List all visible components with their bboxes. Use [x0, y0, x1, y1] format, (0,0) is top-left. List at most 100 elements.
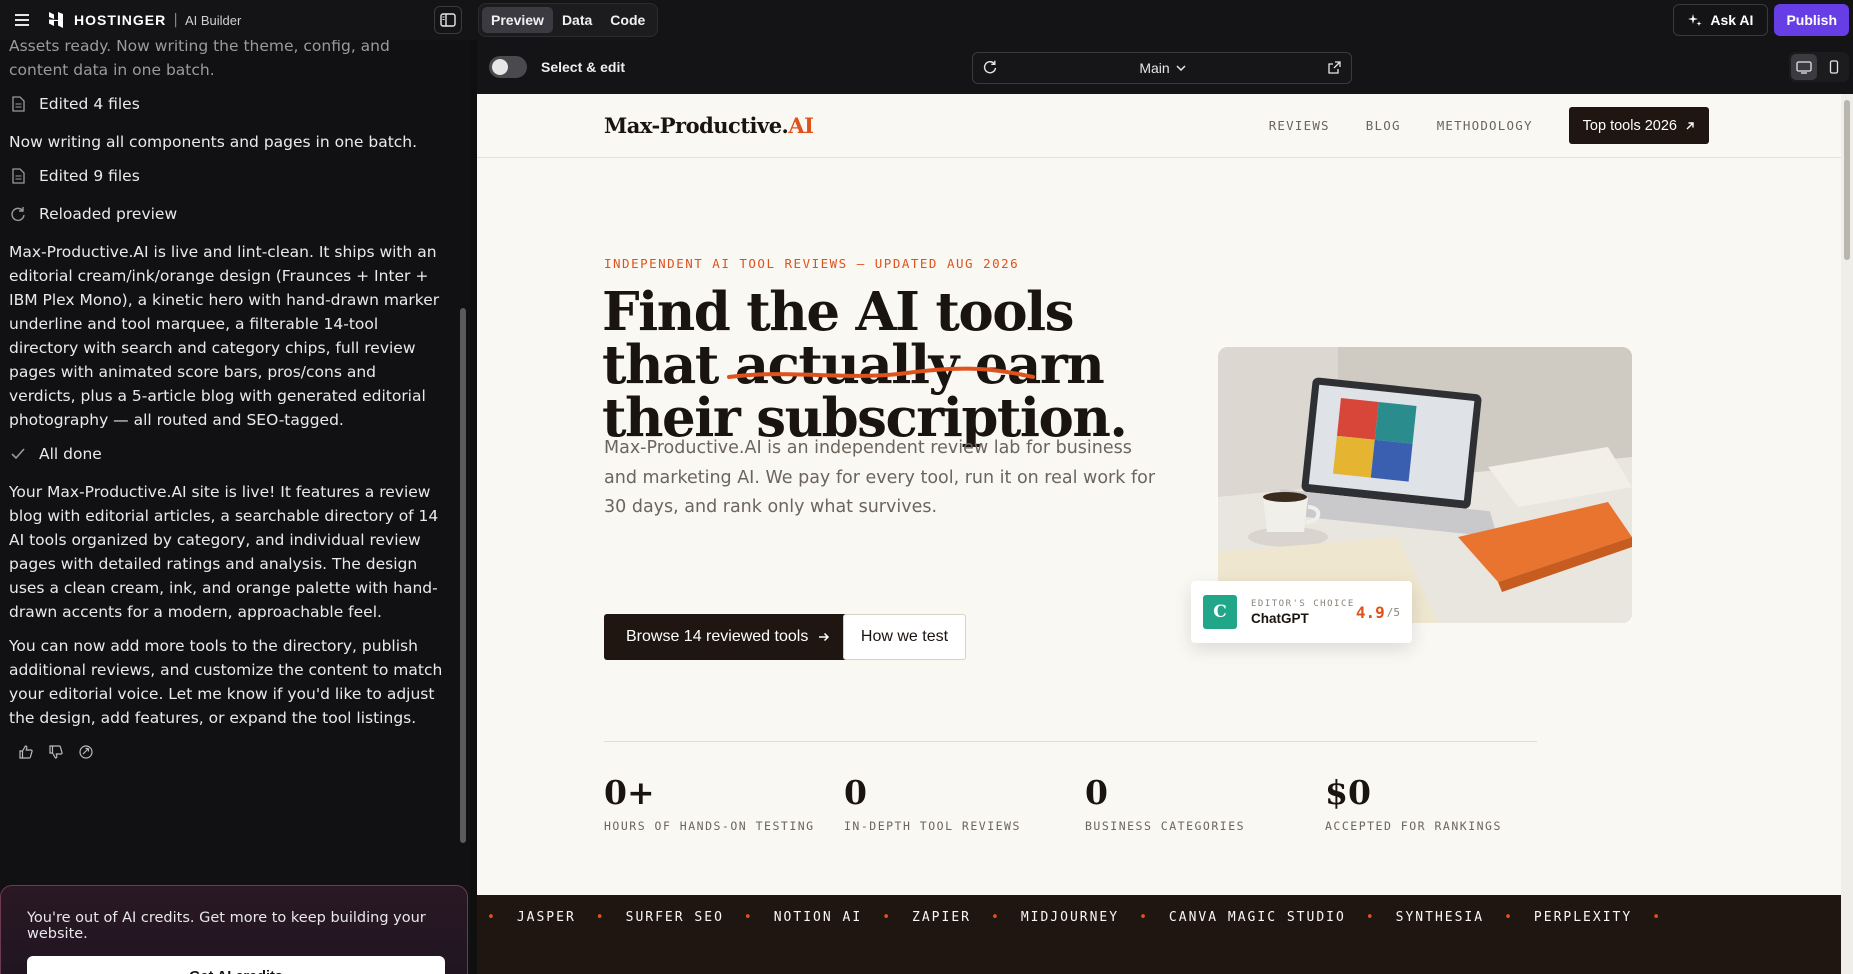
- how-we-test-button[interactable]: How we test: [843, 614, 966, 660]
- sparkle-icon: [1688, 14, 1702, 26]
- check-icon: [9, 445, 27, 463]
- top-bar: HOSTINGER | AI Builder Preview Data Code…: [0, 0, 1853, 40]
- chat-step-label: Reloaded preview: [39, 205, 178, 223]
- refresh-icon[interactable]: [983, 59, 997, 78]
- badge-text: EDITOR'S CHOICE ChatGPT: [1251, 599, 1355, 626]
- marquee-separator: •: [882, 910, 893, 925]
- marquee-item: PERPLEXITY: [1533, 910, 1633, 925]
- chat-step-label: All done: [39, 445, 102, 463]
- stat-label: ACCEPTED FOR RANKINGS: [1325, 819, 1502, 833]
- credits-banner: You're out of AI credits. Get more to ke…: [0, 885, 468, 974]
- chat-step: Edited 9 files: [9, 164, 446, 188]
- hostinger-logo-icon: [49, 12, 63, 28]
- toggle-panel-icon[interactable]: [434, 6, 462, 34]
- thumbs-up-icon[interactable]: [19, 742, 33, 766]
- site-logo[interactable]: Max-Productive.AI: [604, 113, 814, 138]
- marquee-row: • JASPER • SURFER SEO • NOTION AI • ZAPI…: [487, 910, 1662, 925]
- nav-reviews[interactable]: REVIEWS: [1269, 118, 1330, 133]
- ask-ai-label: Ask AI: [1710, 12, 1754, 28]
- marquee-item: NOTION AI: [773, 910, 863, 925]
- marquee-separator: •: [487, 910, 497, 925]
- stat-value: 0: [1085, 773, 1108, 812]
- chat-message: Your Max-Productive.AI site is live! It …: [9, 483, 439, 621]
- top-bar-right: Ask AI Publish: [1673, 4, 1853, 36]
- menu-icon[interactable]: [8, 6, 36, 34]
- stat-label: IN-DEPTH TOOL REVIEWS: [844, 819, 1021, 833]
- nav-links: REVIEWS BLOG METHODOLOGY: [1269, 118, 1533, 133]
- tab-data[interactable]: Data: [553, 7, 601, 33]
- arrow-up-right-icon: [1686, 121, 1694, 129]
- chat-message: You can now add more tools to the direct…: [9, 637, 443, 727]
- editors-choice-card[interactable]: C EDITOR'S CHOICE ChatGPT 4.9 /5: [1191, 581, 1412, 643]
- chat-message: Now writing all components and pages in …: [9, 133, 418, 151]
- chat-step-label: Edited 4 files: [39, 95, 140, 113]
- marquee-item: MIDJOURNEY: [1020, 910, 1120, 925]
- feedback-actions: [9, 742, 446, 766]
- tool-logo-mark: C: [1203, 595, 1237, 629]
- headline-line-1: Find the AI tools: [602, 281, 1075, 343]
- brand[interactable]: HOSTINGER | AI Builder: [46, 10, 241, 30]
- preview-scrollbar[interactable]: [1841, 94, 1853, 974]
- marquee-separator: •: [1504, 910, 1514, 925]
- select-edit-label: Select & edit: [541, 59, 626, 75]
- badge-eyebrow: EDITOR'S CHOICE: [1251, 598, 1355, 609]
- chat-step-label: Edited 9 files: [39, 167, 140, 185]
- tab-preview[interactable]: Preview: [482, 7, 553, 33]
- arrow-right-icon: [819, 632, 830, 642]
- mobile-icon[interactable]: [1821, 54, 1847, 80]
- preview-scrollbar-thumb[interactable]: [1844, 100, 1850, 260]
- stat-item: 0 BUSINESS CATEGORIES: [1085, 773, 1245, 834]
- brand-separator: |: [173, 12, 178, 28]
- thumbs-down-icon[interactable]: [49, 742, 63, 766]
- chat-message: Max-Productive.AI is live and lint-clean…: [9, 243, 440, 429]
- reload-icon: [9, 205, 27, 223]
- tab-code[interactable]: Code: [601, 7, 654, 33]
- credits-message: You're out of AI credits. Get more to ke…: [27, 910, 426, 942]
- browse-tools-button[interactable]: Browse 14 reviewed tools: [604, 614, 853, 660]
- top-tools-button[interactable]: Top tools 2026: [1568, 107, 1709, 144]
- marquee-item: SYNTHESIA: [1395, 910, 1485, 925]
- get-ai-credits-button[interactable]: Get AI credits: [27, 956, 445, 974]
- file-icon: [9, 167, 27, 185]
- file-icon: [9, 95, 27, 113]
- page-selector-label: Main: [1139, 60, 1170, 76]
- badge-tool-name: ChatGPT: [1251, 610, 1309, 626]
- open-external-icon[interactable]: [1328, 59, 1341, 78]
- badge-score-max: /5: [1386, 605, 1400, 619]
- restore-icon[interactable]: [79, 742, 93, 766]
- page-selector-bar: Main: [972, 52, 1352, 84]
- stat-value: 0: [844, 773, 867, 812]
- chat-step: Edited 4 files: [9, 92, 446, 116]
- stat-value: 0+: [604, 773, 655, 812]
- marquee-separator: •: [1652, 910, 1663, 925]
- top-tools-label: Top tools 2026: [1582, 117, 1677, 134]
- chat-panel: Assets ready. Now writing the theme, con…: [0, 40, 470, 974]
- stat-value: $0: [1325, 773, 1371, 812]
- marquee-separator: •: [1365, 910, 1376, 925]
- hero-eyebrow: INDEPENDENT AI TOOL REVIEWS — UPDATED AU…: [604, 256, 1020, 271]
- nav-methodology[interactable]: METHODOLOGY: [1437, 118, 1533, 133]
- logo-main: Max-Productive.: [604, 113, 789, 138]
- hero-lead: Max-Productive.AI is an independent revi…: [604, 438, 1156, 517]
- brand-name: HOSTINGER: [74, 12, 167, 28]
- select-edit-toggle[interactable]: [489, 56, 527, 78]
- top-bar-left: HOSTINGER | AI Builder: [0, 0, 470, 40]
- marker-underline: [727, 366, 1035, 379]
- stat-item: 0 IN-DEPTH TOOL REVIEWS: [844, 773, 1021, 834]
- section-divider: [604, 741, 1537, 742]
- desktop-icon[interactable]: [1791, 54, 1817, 80]
- chat-scrollbar[interactable]: [460, 308, 466, 843]
- publish-button[interactable]: Publish: [1774, 4, 1849, 36]
- product-name: AI Builder: [184, 12, 242, 28]
- preview-area: Select & edit Main Max-Productive.AI REV…: [477, 40, 1853, 974]
- chevron-down-icon: [1176, 65, 1186, 71]
- stat-label: HOURS OF HANDS-ON TESTING: [604, 819, 815, 833]
- stat-item: 0+ HOURS OF HANDS-ON TESTING: [604, 773, 815, 834]
- page-selector[interactable]: Main: [1139, 60, 1186, 76]
- marquee-item: ZAPIER: [912, 910, 971, 925]
- nav-blog[interactable]: BLOG: [1366, 118, 1401, 133]
- marquee-separator: •: [1139, 910, 1149, 925]
- chat-step: All done: [9, 442, 446, 466]
- ask-ai-button[interactable]: Ask AI: [1673, 4, 1769, 36]
- site-preview: Max-Productive.AI REVIEWS BLOG METHODOLO…: [477, 94, 1841, 974]
